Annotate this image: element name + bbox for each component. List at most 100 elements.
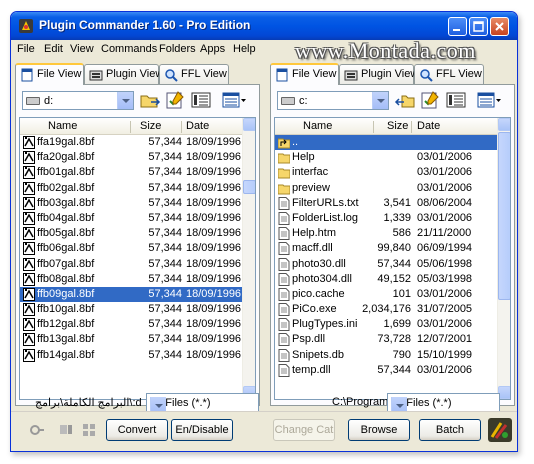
left-scrollbar[interactable]: [242, 118, 255, 399]
file-row[interactable]: ffb10gal.8bf 57,344 18/09/1996: [20, 302, 244, 317]
scroll-thumb[interactable]: [243, 180, 255, 194]
file-row[interactable]: ffb12gal.8bf 57,344 18/09/1996: [20, 317, 244, 332]
file-row[interactable]: pico.cache 101 03/01/2006: [275, 287, 499, 302]
column-divider[interactable]: [373, 121, 374, 133]
file-date: 05/06/1998: [417, 257, 473, 270]
right-drive-select[interactable]: c:: [277, 91, 389, 110]
column-size-header[interactable]: Size: [387, 120, 408, 132]
right-scrollbar[interactable]: [497, 118, 510, 399]
edit-checklist-icon[interactable]: [164, 89, 186, 111]
file-row[interactable]: ffb09gal.8bf 57,344 18/09/1996: [20, 286, 244, 303]
file-row[interactable]: PlugTypes.ini 1,699 03/01/2006: [275, 317, 499, 332]
convert-button[interactable]: Convert: [106, 419, 168, 441]
batch-button[interactable]: Batch: [419, 419, 481, 441]
file-row[interactable]: PiCo.exe 2,034,176 31/07/2005: [275, 302, 499, 317]
right-tab-file-view[interactable]: File View: [270, 63, 339, 85]
change-cat-button[interactable]: Change Cat: [273, 419, 335, 441]
menu-edit[interactable]: Edit: [44, 43, 63, 55]
file-row[interactable]: temp.dll 57,344 03/01/2006: [275, 363, 499, 378]
file-name: Snipets.db: [292, 348, 344, 361]
file-row[interactable]: preview 03/01/2006: [275, 181, 499, 196]
column-size-header[interactable]: Size: [140, 120, 161, 132]
column-divider[interactable]: [411, 121, 412, 133]
file-row[interactable]: ffa20gal.8bf 57,344 18/09/1996: [20, 150, 244, 165]
plugin-info-icon[interactable]: [58, 422, 74, 438]
file-row[interactable]: photo304.dll 49,152 05/03/1998: [275, 272, 499, 287]
file-size: 57,344: [148, 196, 182, 209]
column-divider[interactable]: [181, 121, 182, 133]
menu-apps[interactable]: Apps: [200, 43, 225, 55]
left-filter-select[interactable]: All Files (*.*): [146, 393, 259, 414]
menu-help[interactable]: Help: [233, 43, 256, 55]
file-row[interactable]: ffb14gal.8bf 57,344 18/09/1996: [20, 348, 244, 363]
scroll-up-icon[interactable]: [498, 118, 510, 131]
left-tab-file-view[interactable]: File View: [15, 63, 84, 85]
left-tab-ffl-view[interactable]: FFL View: [159, 64, 229, 84]
file-row[interactable]: macff.dll 99,840 06/09/1994: [275, 241, 499, 256]
file-row[interactable]: FolderList.log 1,339 03/01/2006: [275, 211, 499, 226]
column-divider[interactable]: [130, 121, 131, 133]
file-row[interactable]: photo30.dll 57,344 05/06/1998: [275, 257, 499, 272]
scroll-thumb[interactable]: [498, 132, 510, 300]
right-tab-ffl-view[interactable]: FFL View: [414, 64, 484, 84]
file-row[interactable]: ffb06gal.8bf 57,344 18/09/1996: [20, 241, 244, 256]
column-date-header[interactable]: Date: [186, 120, 209, 132]
file-date: 18/09/1996: [186, 227, 242, 240]
browse-button[interactable]: Browse: [348, 419, 410, 441]
left-drive-select[interactable]: d:: [22, 91, 134, 110]
details-view-icon[interactable]: [190, 89, 212, 111]
minimize-button[interactable]: [448, 17, 467, 36]
file-view-icon: [276, 68, 288, 82]
file-row[interactable]: ffa19gal.8bf 57,344 18/09/1996: [20, 135, 244, 150]
file-row[interactable]: ffb13gal.8bf 57,344 18/09/1996: [20, 332, 244, 347]
folder-arrow-icon[interactable]: [139, 89, 161, 111]
file-row[interactable]: interfac 03/01/2006: [275, 165, 499, 180]
details-view-icon[interactable]: [445, 89, 467, 111]
file-row[interactable]: ffb01gal.8bf 57,344 18/09/1996: [20, 165, 244, 180]
menu-file[interactable]: File: [17, 43, 35, 55]
scroll-up-icon[interactable]: [243, 118, 255, 131]
column-name-header[interactable]: Name: [303, 120, 332, 132]
file-row[interactable]: FilterURLs.txt 3,541 08/06/2004: [275, 196, 499, 211]
maximize-button[interactable]: [469, 17, 488, 36]
file-row[interactable]: ffb05gal.8bf 57,344 18/09/1996: [20, 226, 244, 241]
title-bar[interactable]: Plugin Commander 1.60 - Pro Edition: [11, 12, 517, 40]
file-row[interactable]: ffb02gal.8bf 57,344 18/09/1996: [20, 181, 244, 196]
file-row[interactable]: Help.htm 586 21/11/2000: [275, 226, 499, 241]
chevron-down-icon[interactable]: [372, 92, 388, 109]
file-row[interactable]: ffb04gal.8bf 57,344 18/09/1996: [20, 211, 244, 226]
en-disable-button[interactable]: En/Disable: [171, 419, 233, 441]
view-menu-icon[interactable]: [476, 89, 502, 111]
edit-checklist-icon[interactable]: [419, 89, 441, 111]
menu-folders[interactable]: Folders: [159, 43, 196, 55]
file-date: 03/01/2006: [417, 318, 473, 331]
close-button[interactable]: [490, 17, 509, 36]
column-date-header[interactable]: Date: [417, 120, 440, 132]
menu-view[interactable]: View: [70, 43, 94, 55]
column-name-header[interactable]: Name: [48, 120, 77, 132]
plugin-file-icon: [23, 272, 35, 286]
left-tab-plugin-view[interactable]: Plugin View: [84, 64, 163, 84]
file-row[interactable]: Psp.dll 73,728 12/07/2001: [275, 332, 499, 347]
menu-commands[interactable]: Commands: [101, 43, 157, 55]
plugin-tool-icon[interactable]: [29, 422, 45, 438]
chevron-down-icon[interactable]: [117, 92, 133, 109]
file-row[interactable]: ..: [275, 135, 499, 151]
file-size: 57,344: [148, 272, 182, 285]
tools-palette-icon[interactable]: [487, 417, 513, 443]
right-filter-select[interactable]: All Files (*.*): [387, 393, 500, 414]
file-date: 18/09/1996: [186, 348, 242, 361]
right-tab-plugin-view[interactable]: Plugin View: [339, 64, 418, 84]
right-file-list[interactable]: Name Size Date .. Help 03/01/2006 interfac 0…: [274, 117, 511, 400]
file-row[interactable]: ffb07gal.8bf 57,344 18/09/1996: [20, 257, 244, 272]
file-row[interactable]: Snipets.db 790 15/10/1999: [275, 348, 499, 363]
file-date: 31/07/2005: [417, 303, 473, 316]
arrow-folder-icon[interactable]: [394, 89, 416, 111]
file-row[interactable]: Help 03/01/2006: [275, 150, 499, 165]
view-menu-icon[interactable]: [221, 89, 247, 111]
file-date: 18/09/1996: [186, 151, 242, 164]
file-row[interactable]: ffb08gal.8bf 57,344 18/09/1996: [20, 272, 244, 287]
left-file-list[interactable]: Name Size Date ffa19gal.8bf 57,344 18/09/1…: [19, 117, 256, 400]
file-row[interactable]: ffb03gal.8bf 57,344 18/09/1996: [20, 196, 244, 211]
plugin-grid-icon[interactable]: [81, 422, 97, 438]
